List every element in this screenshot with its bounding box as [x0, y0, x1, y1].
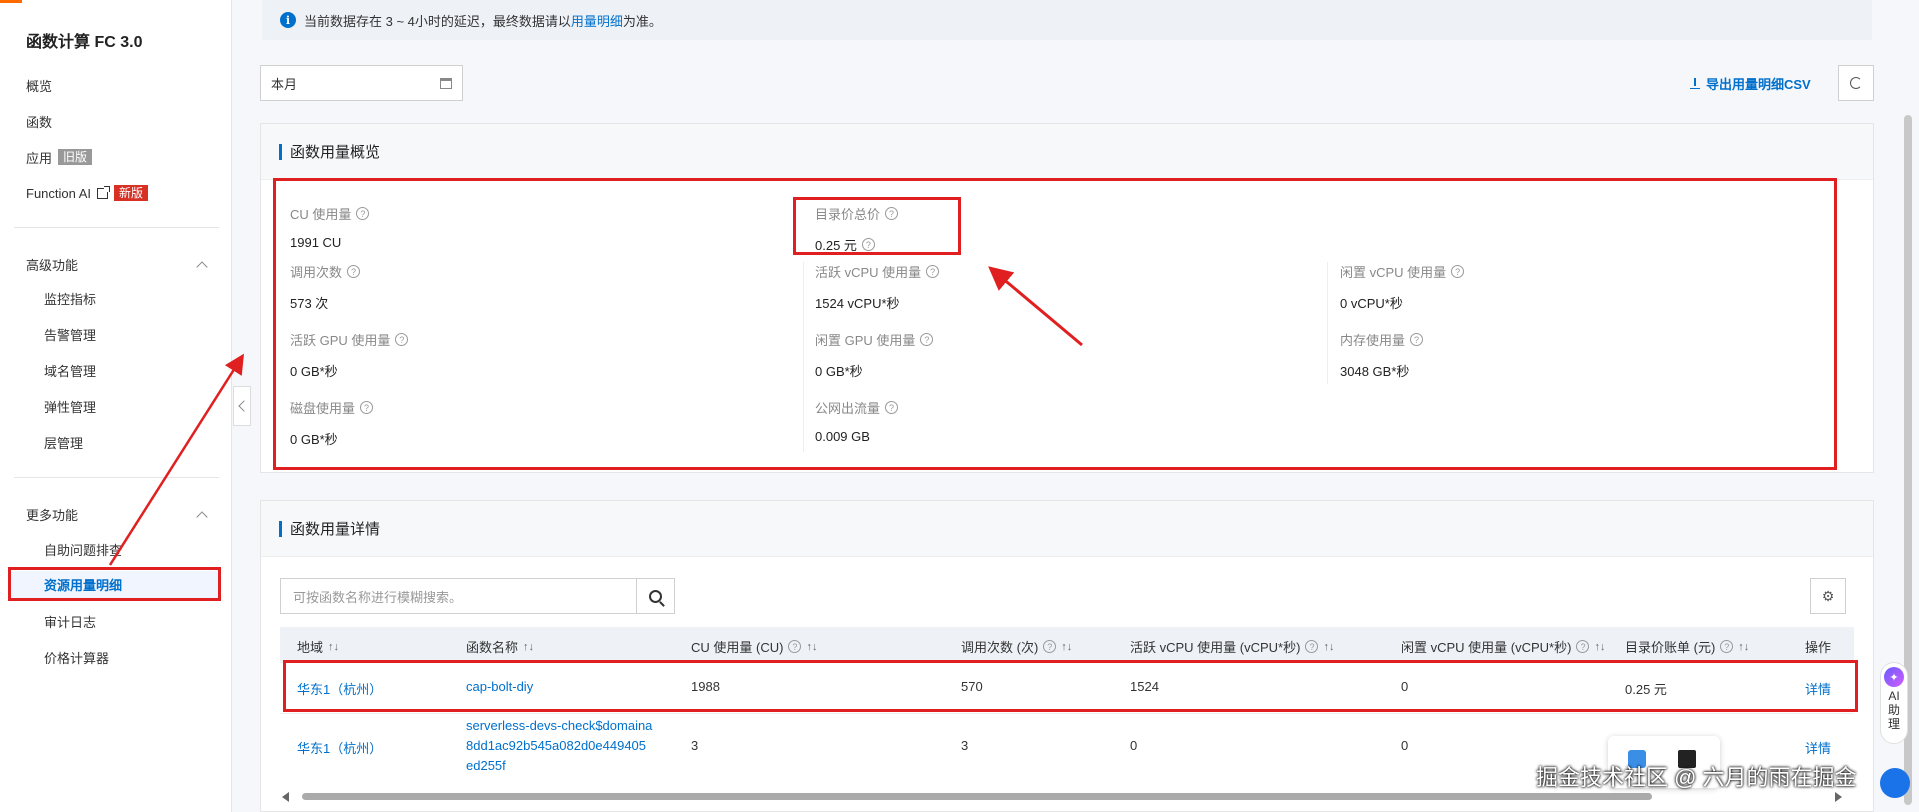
sort-icon: ↑↓ [806, 640, 818, 653]
card-header: 函数用量详情 [261, 501, 1873, 557]
search-icon [649, 589, 662, 603]
sort-icon: ↑↓ [1323, 640, 1335, 653]
function-search: 可按函数名称进行模糊搜索。 [280, 578, 675, 614]
calendar-icon [440, 77, 452, 89]
row-function-name-link[interactable]: 8dd1ac92b545a082d0e449405 [466, 738, 646, 753]
product-title: 函数计算 FC 3.0 [26, 34, 143, 51]
annotation-box-overview [273, 178, 1837, 470]
row-cu: 3 [691, 738, 699, 753]
sort-icon: ↑↓ [1594, 640, 1606, 653]
annotation-box-row [283, 660, 1858, 712]
help-icon: ? [1720, 640, 1734, 653]
ai-assistant-button[interactable]: ✦ AI 助 理 [1880, 662, 1908, 744]
sidebar-collapse-button[interactable] [233, 386, 251, 426]
row-function-name-link[interactable]: ed255f [466, 758, 506, 773]
delay-notice: i 当前数据存在 3 ~ 4小时的延迟，最终数据请以 用量明细 为准。 [262, 0, 1872, 40]
sidebar-item-scaling[interactable]: 弹性管理 [44, 398, 96, 418]
download-icon [1690, 78, 1700, 89]
help-icon: ? [1043, 640, 1057, 653]
sidebar-item-price-calculator[interactable]: 价格计算器 [44, 649, 109, 669]
sidebar-group-more[interactable]: 更多功能 [26, 505, 208, 524]
sidebar: 函数计算 FC 3.0 概览 函数 应用 旧版 Function AI 新版 高… [0, 0, 232, 812]
column-header-actions: 操作 [1805, 640, 1832, 655]
column-header-cu[interactable]: CU 使用量 (CU)? ↑↓ [691, 637, 817, 656]
column-header-price[interactable]: 目录价账单 (元)? ↑↓ [1625, 637, 1749, 656]
table-settings-button[interactable]: ⚙ [1810, 578, 1846, 614]
column-header-region[interactable]: 地域 ↑↓ [297, 637, 339, 656]
external-link-icon [97, 185, 111, 199]
sort-icon: ↑↓ [1061, 640, 1073, 653]
sort-icon: ↑↓ [328, 640, 340, 653]
chevron-left-icon [237, 400, 250, 412]
sidebar-item-alerts[interactable]: 告警管理 [44, 326, 96, 346]
new-badge: 新版 [114, 185, 149, 201]
help-float-button[interactable] [1880, 768, 1910, 798]
table-header: 地域 ↑↓ 函数名称 ↑↓ CU 使用量 (CU)? ↑↓ 调用次数 (次)? ↑↓ 活… [280, 627, 1854, 663]
sidebar-item-layers[interactable]: 层管理 [44, 434, 83, 454]
brand-strip [0, 0, 22, 3]
sort-icon: ↑↓ [523, 640, 535, 653]
date-range-picker[interactable]: 本月 [260, 65, 463, 101]
column-header-calls[interactable]: 调用次数 (次)? ↑↓ [961, 637, 1072, 656]
sidebar-item-functions[interactable]: 函数 [26, 111, 52, 131]
help-icon: ? [1576, 640, 1590, 653]
column-header-idle-vcpu[interactable]: 闲置 vCPU 使用量 (vCPU*秒)? ↑↓ [1401, 637, 1605, 656]
sidebar-divider [14, 227, 219, 228]
card-header: 函数用量概览 [261, 124, 1873, 180]
column-header-active-vcpu[interactable]: 活跃 vCPU 使用量 (vCPU*秒)? ↑↓ [1130, 637, 1334, 656]
sidebar-item-audit-log[interactable]: 审计日志 [44, 613, 96, 633]
scroll-right-icon[interactable] [1835, 792, 1842, 802]
sort-icon: ↑↓ [1738, 640, 1750, 653]
row-calls: 3 [961, 738, 969, 753]
card-title: 函数用量详情 [290, 521, 381, 538]
chevron-up-icon [196, 260, 208, 273]
usage-detail-link[interactable]: 用量明细 [571, 11, 623, 30]
info-icon: i [280, 12, 296, 28]
scroll-thumb[interactable] [302, 793, 1652, 800]
watermark: 掘金技术社区 @ 六月的雨在掘金 [1536, 765, 1857, 790]
annotation-box-price [793, 197, 961, 255]
gear-icon: ⚙ [1821, 587, 1835, 604]
sidebar-item-overview[interactable]: 概览 [26, 75, 52, 95]
annotation-box-sidebar [8, 567, 221, 601]
card-title: 函数用量概览 [290, 144, 381, 161]
row-function-name-link[interactable]: serverless-devs-check$domaina [466, 718, 652, 733]
help-icon: ? [788, 640, 802, 653]
export-csv-button[interactable]: 导出用量明细CSV [1690, 74, 1811, 93]
row-active-vcpu: 0 [1130, 738, 1138, 753]
sparkle-icon: ✦ [1884, 667, 1904, 687]
row-region-link[interactable]: 华东1（杭州） [297, 738, 382, 757]
scroll-left-icon[interactable] [282, 792, 289, 802]
sidebar-item-function-ai[interactable]: Function AI 新版 [26, 183, 149, 203]
search-button[interactable] [636, 579, 674, 613]
sidebar-divider [14, 477, 219, 478]
row-detail-link[interactable]: 详情 [1805, 738, 1831, 757]
refresh-icon [1850, 77, 1862, 89]
sidebar-item-domains[interactable]: 域名管理 [44, 362, 96, 382]
sidebar-group-advanced[interactable]: 高级功能 [26, 255, 208, 274]
search-input[interactable]: 可按函数名称进行模糊搜索。 [281, 579, 636, 613]
column-header-function-name[interactable]: 函数名称 ↑↓ [466, 637, 534, 656]
row-idle-vcpu: 0 [1401, 738, 1409, 753]
legacy-badge: 旧版 [58, 149, 93, 165]
help-icon: ? [1305, 640, 1319, 653]
refresh-button[interactable] [1838, 65, 1874, 101]
chevron-up-icon [196, 510, 208, 523]
sidebar-item-apps[interactable]: 应用 旧版 [26, 147, 93, 167]
sidebar-item-monitoring[interactable]: 监控指标 [44, 290, 96, 310]
sidebar-item-troubleshoot[interactable]: 自助问题排查 [44, 541, 122, 561]
